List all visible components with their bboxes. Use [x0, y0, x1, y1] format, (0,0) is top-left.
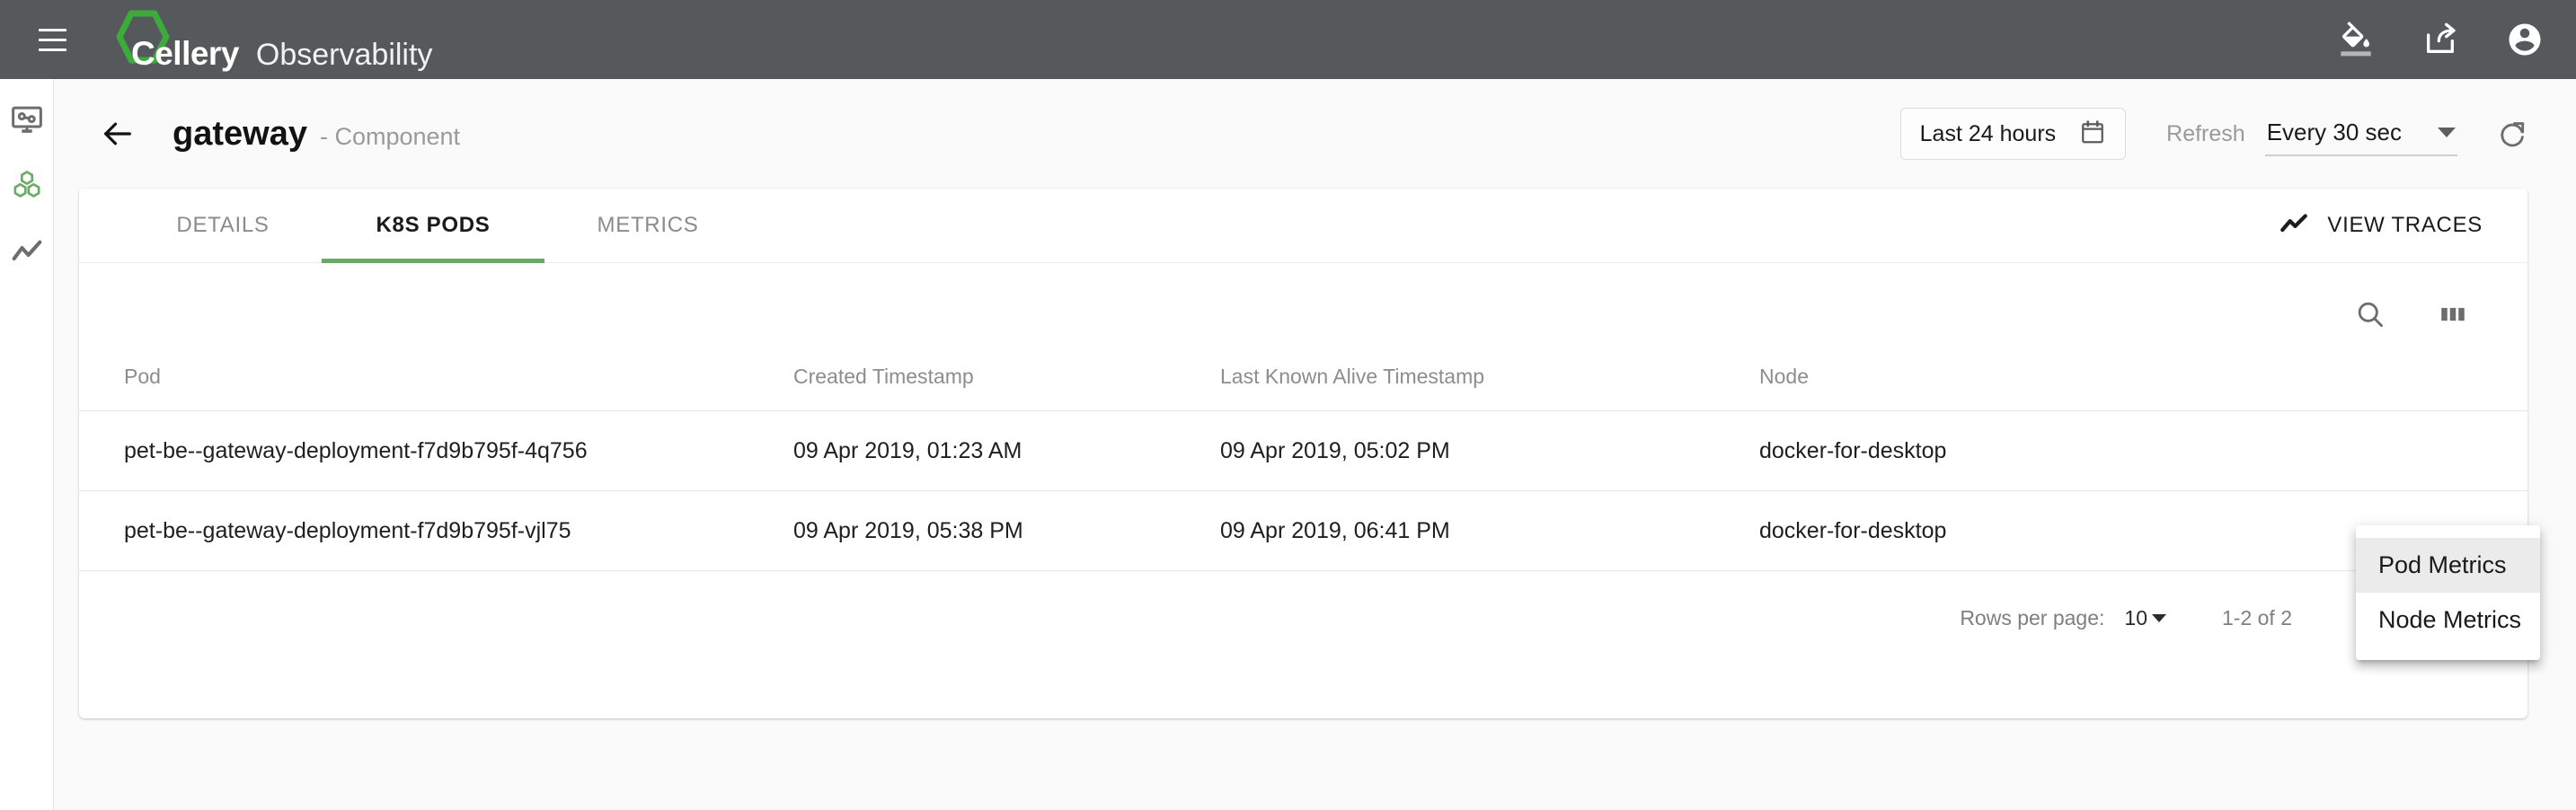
pagination-range: 1-2 of 2 [2222, 606, 2292, 630]
table-header-row: Pod Created Timestamp Last Known Alive T… [79, 365, 2527, 411]
arrow-back-icon[interactable] [97, 113, 138, 154]
pods-card: DETAILS K8S PODS METRICS VIEW TRACES Pod… [79, 189, 2527, 718]
column-header-pod[interactable]: Pod [79, 365, 793, 411]
chevron-down-icon [2152, 614, 2166, 622]
brand-subtitle: Observability [255, 38, 433, 72]
format-color-fill-icon[interactable] [2337, 21, 2375, 58]
column-header-node[interactable]: Node [1759, 365, 2191, 411]
hamburger-bar [38, 28, 66, 31]
hamburger-bar [38, 48, 66, 51]
app-bar: Cellery Observability [0, 0, 2576, 79]
refresh-label: Refresh [2166, 120, 2245, 146]
account-circle-icon[interactable] [2506, 21, 2544, 58]
tab-k8s-pods[interactable]: K8S PODS [322, 189, 544, 263]
table-row[interactable]: pet-be--gateway-deployment-f7d9b795f-4q7… [79, 410, 2527, 491]
tab-label: K8S PODS [376, 213, 491, 237]
hamburger-bar [38, 38, 66, 41]
refresh-interval-value: Every 30 sec [2266, 118, 2402, 145]
page-subtitle: - Component [319, 123, 461, 150]
search-icon[interactable] [2350, 294, 2391, 335]
tab-bar: DETAILS K8S PODS METRICS VIEW TRACES [79, 189, 2527, 263]
tab-details[interactable]: DETAILS [124, 189, 322, 263]
hamburger-icon[interactable] [32, 20, 72, 59]
overview-monitor-icon [10, 103, 44, 142]
page-header-controls: Last 24 hours Refresh Every 30 sec [1899, 108, 2533, 160]
column-header-actions [2191, 365, 2527, 411]
cell-pod: pet-be--gateway-deployment-f7d9b795f-4q7… [79, 410, 793, 491]
cell-created: 09 Apr 2019, 01:23 AM [793, 410, 1220, 491]
sidebar-item-tracing[interactable] [9, 235, 45, 271]
table-row[interactable]: pet-be--gateway-deployment-f7d9b795f-vjl… [79, 490, 2527, 571]
refresh-icon[interactable] [2492, 113, 2533, 154]
app-bar-actions [2337, 21, 2544, 58]
table-toolbar [79, 263, 2527, 365]
sidebar-item-overview[interactable] [9, 104, 45, 140]
tab-label: METRICS [597, 213, 699, 237]
refresh-group: Refresh Every 30 sec [2166, 112, 2457, 156]
page-header: gateway - Component Last 24 hours Refres… [54, 79, 2576, 189]
column-header-last-alive[interactable]: Last Known Alive Timestamp [1220, 365, 1759, 411]
column-header-created[interactable]: Created Timestamp [793, 365, 1220, 411]
tab-label: DETAILS [176, 213, 270, 237]
cell-node: docker-for-desktop [1759, 490, 2191, 571]
rows-per-page-select[interactable]: 10 [2124, 606, 2166, 630]
time-range-label: Last 24 hours [1919, 120, 2057, 146]
cell-last-alive: 09 Apr 2019, 05:02 PM [1220, 410, 1759, 491]
chevron-down-icon [2438, 127, 2456, 137]
table-head: Pod Created Timestamp Last Known Alive T… [79, 365, 2527, 411]
calendar-icon [2079, 119, 2106, 150]
refresh-interval-select[interactable]: Every 30 sec [2264, 112, 2457, 156]
cell-created: 09 Apr 2019, 05:38 PM [793, 490, 1220, 571]
share-icon[interactable] [2421, 21, 2459, 58]
menu-item-label: Pod Metrics [2378, 551, 2507, 578]
brand[interactable]: Cellery Observability [115, 9, 432, 70]
timeline-icon [2279, 208, 2309, 243]
pods-table: Pod Created Timestamp Last Known Alive T… [79, 365, 2527, 571]
row-actions-menu: Pod Metrics Node Metrics [2356, 525, 2540, 660]
brand-name: Cellery [131, 35, 239, 72]
cell-actions[interactable] [2191, 410, 2527, 491]
main-content: gateway - Component Last 24 hours Refres… [54, 79, 2576, 810]
menu-item-node-metrics[interactable]: Node Metrics [2356, 593, 2540, 647]
trends-chart-icon [10, 234, 44, 273]
menu-item-label: Node Metrics [2378, 606, 2522, 633]
cell-node: docker-for-desktop [1759, 410, 2191, 491]
pagination: Rows per page: 10 1-2 of 2 [79, 571, 2527, 665]
tabs: DETAILS K8S PODS METRICS [79, 189, 751, 263]
cell-pod: pet-be--gateway-deployment-f7d9b795f-vjl… [79, 490, 793, 571]
cells-hexagon-icon [10, 169, 44, 207]
table-body: pet-be--gateway-deployment-f7d9b795f-4q7… [79, 410, 2527, 571]
sidebar [0, 79, 54, 810]
cell-last-alive: 09 Apr 2019, 06:41 PM [1220, 490, 1759, 571]
rows-per-page-label: Rows per page: [1960, 606, 2105, 630]
page-title: gateway [173, 115, 307, 153]
sidebar-item-cells[interactable] [9, 170, 45, 206]
time-range-button[interactable]: Last 24 hours [1899, 108, 2127, 160]
page-title-wrap: gateway - Component [173, 117, 460, 151]
tab-metrics[interactable]: METRICS [544, 189, 751, 263]
menu-item-pod-metrics[interactable]: Pod Metrics [2356, 538, 2540, 593]
view-column-icon[interactable] [2432, 294, 2474, 335]
view-traces-button[interactable]: VIEW TRACES [2279, 208, 2483, 243]
view-traces-label: VIEW TRACES [2327, 213, 2483, 237]
rows-per-page-value: 10 [2124, 606, 2147, 630]
